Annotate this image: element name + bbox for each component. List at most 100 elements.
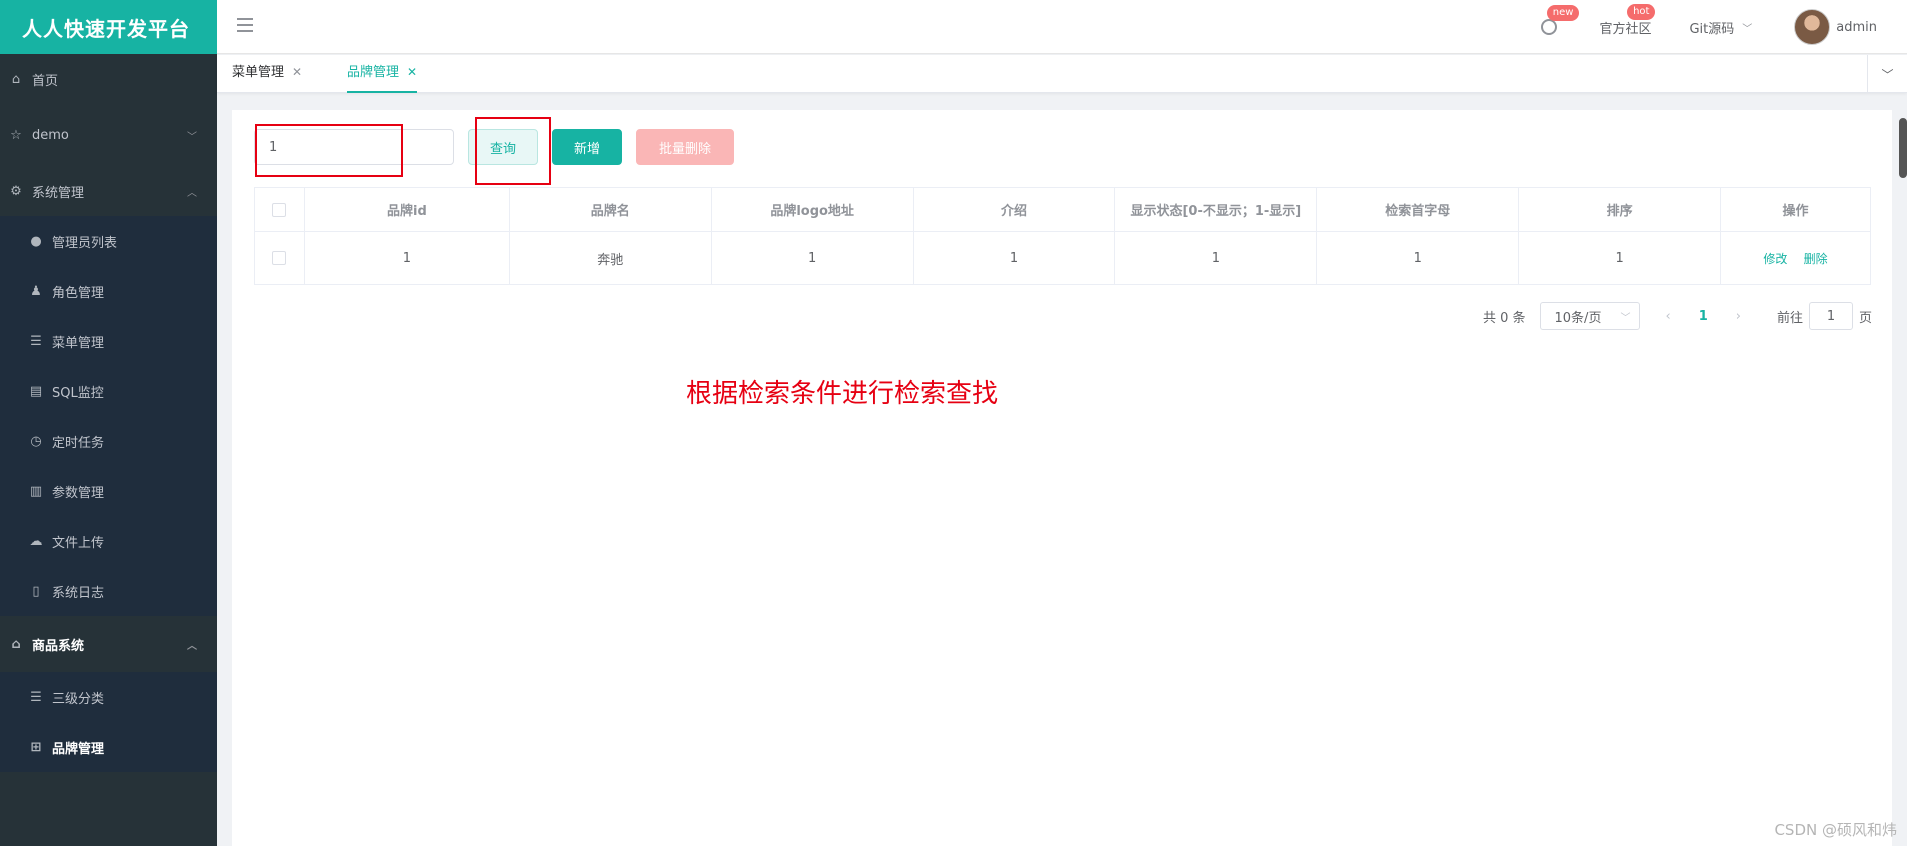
- sidebar-item-logs[interactable]: ▯ 系统日志: [0, 566, 217, 616]
- sidebar-item-brand[interactable]: ⊞ 品牌管理: [0, 722, 217, 772]
- chevron-down-icon: ﹀: [1620, 312, 1631, 324]
- total-count: 共 0 条: [1482, 310, 1526, 326]
- add-button[interactable]: 新增: [552, 129, 622, 165]
- user-menu[interactable]: admin: [1794, 9, 1877, 45]
- watermark: CSDN @硕风和炜: [1774, 821, 1897, 839]
- new-badge: new: [1546, 5, 1580, 21]
- edit-link[interactable]: 修改: [1763, 252, 1787, 266]
- gear-icon: [1541, 19, 1558, 35]
- delete-link[interactable]: 删除: [1804, 252, 1828, 266]
- sidebar-item-label: 角色管理: [52, 285, 105, 301]
- brand-table: 品牌id 品牌名 品牌logo地址 介绍 显示状态[0-不显示；1-显示] 检索…: [254, 187, 1871, 285]
- sidebar-item-label: 文件上传: [52, 535, 105, 551]
- table-row: 1 奔驰 1 1 1 1 1 修改 删除: [254, 231, 1871, 285]
- prev-page-icon[interactable]: ‹: [1666, 309, 1671, 324]
- column-header: 检索首字母: [1316, 187, 1520, 232]
- star-icon: ☆: [10, 127, 22, 143]
- tab-menu-management[interactable]: 菜单管理 ✕: [232, 55, 302, 93]
- product-submenu: ☰ 三级分类 ⊞ 品牌管理: [0, 672, 217, 772]
- chevron-down-icon: ﹀: [1881, 67, 1894, 82]
- sidebar-item-label: 商品系统: [32, 638, 85, 654]
- sidebar-item-label: 定时任务: [52, 435, 105, 451]
- hot-badge: hot: [1627, 3, 1656, 20]
- tab-bar: 菜单管理 ✕ 品牌管理 ✕ ﹀: [217, 55, 1907, 93]
- sidebar-item-product[interactable]: ⌂ 商品系统 ︿: [0, 616, 217, 672]
- cloud-upload-icon: ☁: [29, 533, 43, 549]
- sidebar-item-label: 系统管理: [32, 185, 85, 201]
- git-label: Git源码: [1689, 21, 1735, 37]
- sidebar-item-home[interactable]: ⌂ 首页: [0, 54, 217, 104]
- column-header: 排序: [1518, 187, 1722, 232]
- clock-icon: ◷: [30, 433, 42, 449]
- table-cell: 奔驰: [508, 231, 712, 285]
- monitor-icon: ▤: [29, 383, 43, 399]
- batch-delete-button[interactable]: 批量删除: [636, 129, 734, 165]
- table-header-row: 品牌id 品牌名 品牌logo地址 介绍 显示状态[0-不显示；1-显示] 检索…: [254, 187, 1871, 232]
- chevron-down-icon: ﹀: [1742, 23, 1753, 35]
- brand-title: 人人快速开发平台: [0, 0, 217, 54]
- sidebar-item-system[interactable]: ⚙ 系统管理 ︿: [0, 166, 217, 216]
- select-all-checkbox[interactable]: [272, 202, 287, 217]
- home-icon: ⌂: [11, 71, 21, 87]
- sidebar-item-label: 系统日志: [52, 585, 105, 601]
- settings-button[interactable]: new: [1541, 5, 1580, 35]
- sidebar-item-roles[interactable]: ♟ 角色管理: [0, 266, 217, 316]
- home-icon: ⌂: [11, 636, 21, 652]
- menu-toggle-icon[interactable]: [237, 18, 253, 32]
- sidebar-item-label: SQL监控: [52, 385, 104, 401]
- sidebar-item-upload[interactable]: ☁ 文件上传: [0, 516, 217, 566]
- annotation-text: 根据检索条件进行检索查找: [686, 379, 999, 409]
- sidebar-item-sql[interactable]: ▤ SQL监控: [0, 366, 217, 416]
- sidebar-item-label: 三级分类: [52, 691, 105, 707]
- community-link[interactable]: 官方社区 hot: [1599, 3, 1656, 37]
- tab-brand-management[interactable]: 品牌管理 ✕: [347, 55, 418, 93]
- sidebar-item-label: 管理员列表: [52, 235, 118, 251]
- close-icon[interactable]: ✕: [407, 65, 417, 79]
- table-cell: 1: [1114, 231, 1318, 285]
- document-icon: ▥: [29, 483, 43, 499]
- row-checkbox[interactable]: [272, 251, 287, 265]
- next-page-icon[interactable]: ›: [1736, 309, 1741, 324]
- highlight-search-box: [255, 124, 403, 177]
- sidebar-item-demo[interactable]: ☆ demo ﹀: [0, 104, 217, 166]
- pagination: 共 0 条 10条/页 ﹀ ‹ 1 › 前往 1 页: [1483, 302, 1872, 330]
- system-submenu: ● 管理员列表 ♟ 角色管理 ☰ 菜单管理 ▤ SQL监控 ◷ 定时任务 ▥ 参…: [0, 216, 217, 616]
- row-select-cell: [254, 231, 305, 285]
- role-icon: ♟: [30, 283, 42, 299]
- select-all-cell: [254, 187, 305, 232]
- user-icon: ●: [30, 233, 42, 249]
- page-size-value: 10条/页: [1554, 310, 1602, 326]
- chevron-up-icon: ︿: [187, 187, 197, 199]
- sidebar-item-label: 参数管理: [52, 485, 105, 501]
- action-cell: 修改 删除: [1720, 231, 1871, 285]
- sidebar-item-admins[interactable]: ● 管理员列表: [0, 216, 217, 266]
- close-icon[interactable]: ✕: [292, 65, 302, 79]
- tab-label: 品牌管理: [347, 65, 400, 80]
- grid-icon: ⊞: [30, 739, 42, 755]
- table-cell: 1: [912, 231, 1116, 285]
- sidebar-item-params[interactable]: ▥ 参数管理: [0, 466, 217, 516]
- table-cell: 1: [1316, 231, 1520, 285]
- header-actions: new 官方社区 hot Git源码 ﹀ admin: [1511, 0, 1877, 54]
- sidebar-item-schedule[interactable]: ◷ 定时任务: [0, 416, 217, 466]
- sidebar-item-category[interactable]: ☰ 三级分类: [0, 672, 217, 722]
- scrollbar[interactable]: [1899, 118, 1907, 178]
- tab-tools-dropdown[interactable]: ﹀: [1867, 55, 1907, 93]
- column-header: 品牌名: [508, 187, 712, 232]
- table-cell: 1: [303, 231, 510, 285]
- highlight-query-box: [475, 117, 551, 185]
- column-header: 品牌logo地址: [710, 187, 914, 232]
- column-header: 显示状态[0-不显示；1-显示]: [1114, 187, 1318, 232]
- sidebar-item-label: 首页: [32, 73, 59, 89]
- top-header: new 官方社区 hot Git源码 ﹀ admin: [217, 0, 1907, 54]
- column-header: 操作: [1720, 187, 1871, 232]
- tab-label: 菜单管理: [232, 65, 285, 80]
- current-page[interactable]: 1: [1699, 309, 1708, 324]
- goto-page-input[interactable]: 1: [1808, 302, 1853, 330]
- page-size-select[interactable]: 10条/页 ﹀: [1539, 302, 1640, 330]
- chevron-up-icon: ︿: [187, 640, 197, 652]
- git-dropdown[interactable]: Git源码 ﹀: [1689, 18, 1752, 37]
- sidebar-item-menus[interactable]: ☰ 菜单管理: [0, 316, 217, 366]
- sidebar: 人人快速开发平台 ⌂ 首页 ☆ demo ﹀ ⚙ 系统管理 ︿ ● 管理员列表 …: [0, 0, 217, 846]
- username: admin: [1836, 19, 1877, 35]
